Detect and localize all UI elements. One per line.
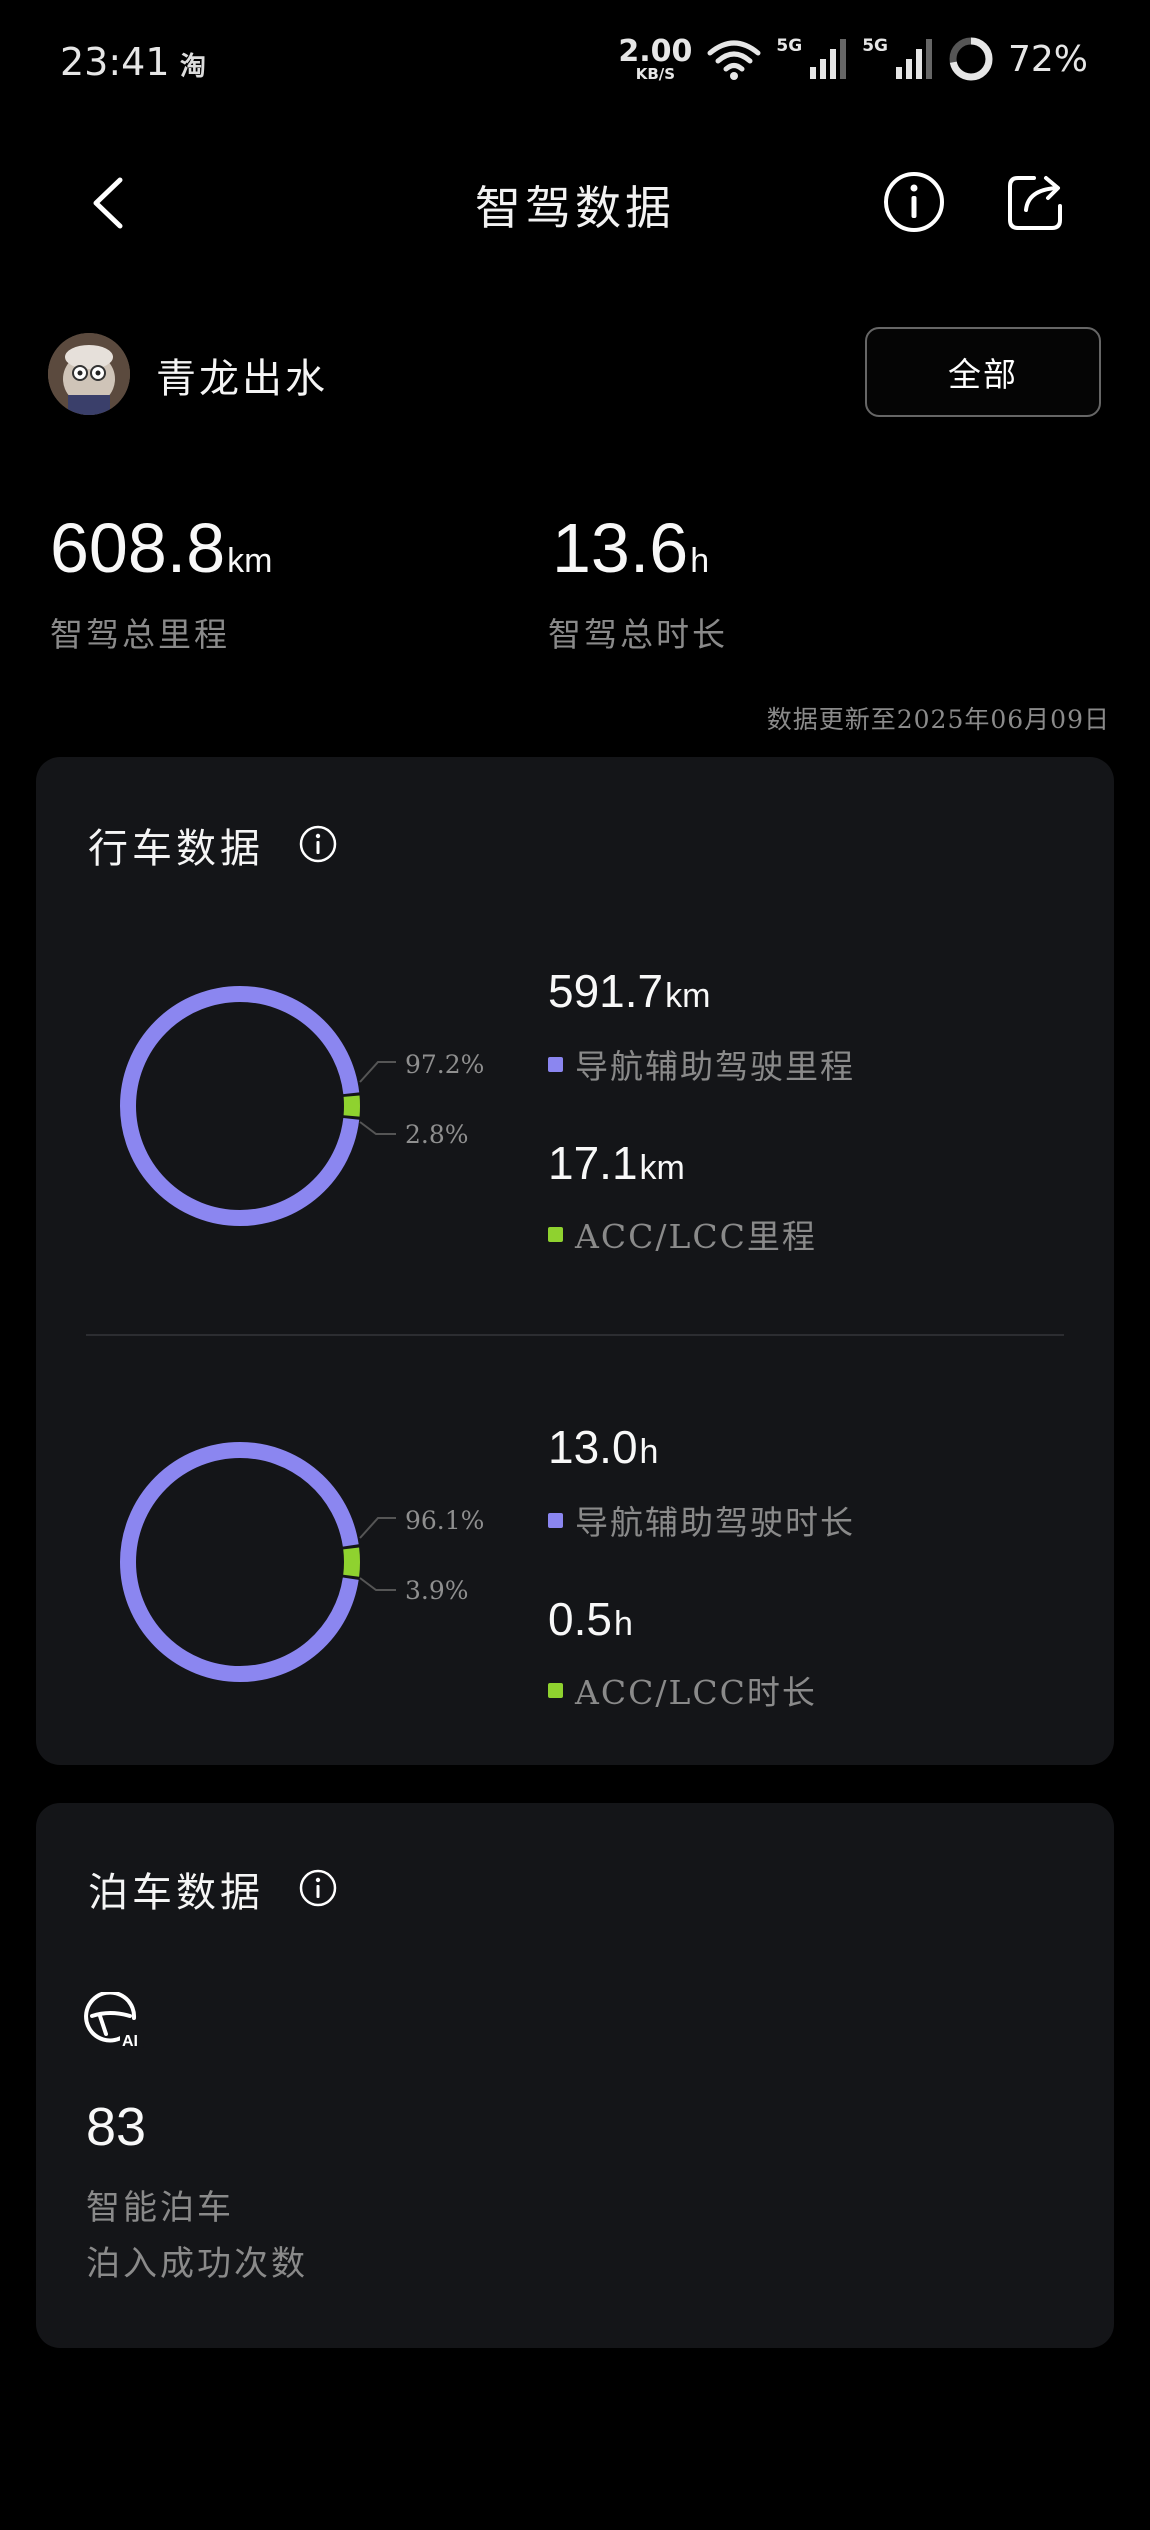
taobao-notification-icon: 淘 [180,52,207,82]
duration-acc-percent: 3.9% [405,1576,469,1605]
parking-count: 83 [86,2097,147,2157]
total-duration-unit: h [690,542,710,580]
acc-duration-number: 0.5 [548,1593,612,1645]
acc-mileage-unit: km [639,1149,685,1187]
donut-nav-segment [120,1442,360,1682]
page-title: 智驾数据 [475,181,675,235]
total-duration-label: 智驾总时长 [548,615,728,654]
battery-ring-icon [949,37,993,81]
acc-duration-legend: ACC/LCC时长 [548,1666,817,1714]
nav-duration-number: 13.0 [548,1421,638,1473]
nav-duration-unit: h [639,1433,659,1471]
total-mileage-unit: km [227,542,273,580]
mileage-leader-lines [359,1061,396,1135]
mileage-donut-chart [120,986,360,1226]
acc-duration-value: 0.5h [548,1592,633,1646]
total-mileage-value: 608.8 [50,509,226,587]
card-divider [86,1334,1064,1336]
parking-info-icon[interactable] [298,1868,338,1908]
driving-card-title: 行车数据 [88,826,264,872]
nav-mileage-legend: 导航辅助驾驶里程 [548,1040,855,1088]
share-button[interactable] [1004,170,1070,234]
acc-mileage-number: 17.1 [548,1137,638,1189]
duration-leader-lines [359,1517,396,1591]
legend-swatch-acc [548,1226,563,1242]
battery-percent: 72% [1007,38,1088,80]
signal-icon-1 [810,39,847,79]
acc-mileage-label: ACC/LCC里程 [575,1217,817,1256]
parking-label-line1: 智能泊车 [86,2188,234,2228]
legend-swatch-nav [548,1056,563,1072]
mileage-nav-percent: 97.2% [405,1050,485,1079]
data-updated-text: 数据更新至2025年06月09日 [766,705,1110,734]
duration-donut-chart [120,1442,360,1682]
network-speed: 2.00 KB/S [618,33,693,83]
total-mileage-label: 智驾总里程 [50,615,230,654]
avatar-image [48,333,130,415]
total-duration: 13.6h [552,508,709,588]
nav-mileage-label: 导航辅助驾驶里程 [575,1047,855,1086]
username: 青龙出水 [156,356,328,402]
nav-duration-legend: 导航辅助驾驶时长 [548,1496,855,1544]
avatar[interactable] [48,333,130,415]
total-mileage: 608.8km [50,508,273,588]
network-speed-value: 2.00 [618,33,693,69]
nav-duration-value: 13.0h [548,1420,658,1474]
duration-nav-percent: 96.1% [405,1506,485,1535]
parking-label-line2: 泊入成功次数 [86,2244,308,2284]
acc-duration-label: ACC/LCC时长 [575,1673,817,1712]
acc-mileage-value: 17.1km [548,1136,685,1190]
wifi-icon [707,40,761,80]
nav-duration-label: 导航辅助驾驶时长 [575,1503,855,1542]
legend-swatch-nav [548,1512,563,1528]
total-duration-value: 13.6 [552,509,689,587]
signal-2-label: 5G [862,36,888,56]
driving-info-icon[interactable] [298,824,338,864]
acc-duration-unit: h [613,1605,633,1643]
nav-mileage-value: 591.7km [548,964,710,1018]
steering-wheel-ai-icon: AI [84,1992,144,2048]
signal-icon-2 [895,39,932,79]
filter-all-button[interactable]: 全部 [865,327,1101,417]
network-speed-unit: KB/S [635,64,676,83]
svg-text:AI: AI [122,2033,138,2048]
acc-mileage-legend: ACC/LCC里程 [548,1210,817,1258]
info-button[interactable] [882,170,946,234]
legend-swatch-acc [548,1682,563,1698]
mileage-acc-percent: 2.8% [405,1120,469,1149]
donut-nav-segment [120,986,360,1226]
status-icons: 2.00 KB/S 5G 5G 72% [618,36,1088,82]
signal-1-label: 5G [776,36,803,56]
nav-mileage-unit: km [665,977,711,1015]
parking-card-title: 泊车数据 [88,1870,264,1916]
status-time: 23:41 [60,40,170,84]
nav-mileage-number: 591.7 [548,965,664,1017]
